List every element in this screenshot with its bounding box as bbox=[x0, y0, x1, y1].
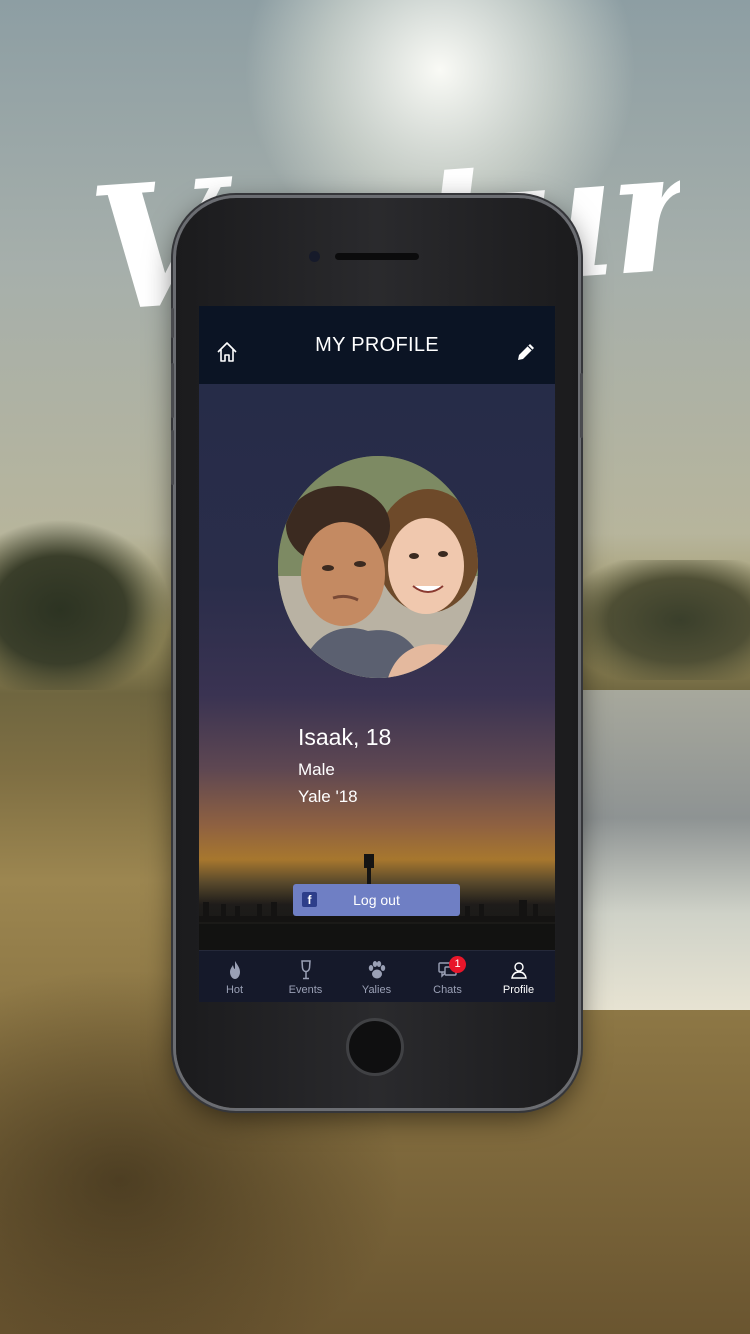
nav-bar: MY PROFILE bbox=[199, 306, 555, 384]
tab-bar: Hot Events Yalies 1 Chats Profile bbox=[199, 950, 555, 1002]
home-icon[interactable] bbox=[216, 341, 238, 363]
tab-yalies[interactable]: Yalies bbox=[341, 951, 412, 1002]
power-button bbox=[580, 373, 583, 438]
profile-photo-image bbox=[278, 456, 478, 678]
phone-home-button bbox=[346, 1018, 404, 1076]
pencil-icon[interactable] bbox=[515, 341, 537, 363]
logout-button-label: Log out bbox=[353, 892, 400, 908]
page-title: MY PROFILE bbox=[315, 334, 439, 356]
tab-hot[interactable]: Hot bbox=[199, 951, 270, 1002]
tab-events-label: Events bbox=[288, 984, 323, 996]
trees-left bbox=[0, 520, 190, 690]
person-icon bbox=[511, 962, 527, 979]
profile-photo[interactable] bbox=[278, 456, 478, 678]
profile-gender: Male bbox=[298, 760, 335, 779]
app-screen: MY PROFILE Isaak, 18 Male Yale '18 f Log… bbox=[199, 306, 555, 1002]
tab-profile[interactable]: Profile bbox=[483, 951, 554, 1002]
front-camera bbox=[309, 251, 320, 262]
wine-glass-icon bbox=[301, 960, 311, 980]
chats-unread-badge: 1 bbox=[449, 956, 466, 973]
paw-icon bbox=[368, 961, 386, 979]
tab-hot-label: Hot bbox=[225, 984, 244, 996]
profile-content: Isaak, 18 Male Yale '18 f Log out bbox=[199, 384, 555, 950]
mute-switch bbox=[171, 308, 174, 338]
volume-down-button bbox=[171, 430, 174, 485]
tab-yalies-label: Yalies bbox=[361, 984, 392, 996]
tab-profile-label: Profile bbox=[502, 984, 535, 996]
profile-school: Yale '18 bbox=[298, 787, 358, 806]
volume-up-button bbox=[171, 363, 174, 418]
tab-chats[interactable]: 1 Chats bbox=[412, 951, 483, 1002]
flame-icon bbox=[230, 961, 240, 979]
trees-right bbox=[570, 560, 750, 680]
phone-frame: MY PROFILE Isaak, 18 Male Yale '18 f Log… bbox=[171, 198, 583, 1108]
tab-events[interactable]: Events bbox=[270, 951, 341, 1002]
profile-name-age: Isaak, 18 bbox=[298, 724, 392, 750]
logout-button[interactable]: f Log out bbox=[293, 884, 460, 916]
earpiece-speaker bbox=[335, 253, 419, 260]
tab-chats-label: Chats bbox=[433, 984, 462, 996]
